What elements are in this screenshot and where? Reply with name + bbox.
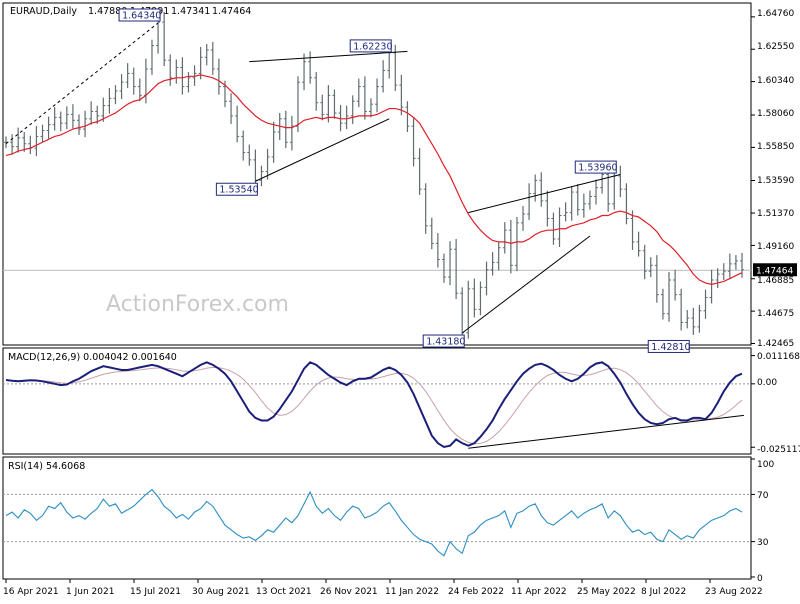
- price-y-tick: 1.53590: [757, 176, 794, 186]
- chart-window: ActionForex.com EURAUD,Daily 1.47880 1.4…: [0, 0, 800, 600]
- trendline: [5, 22, 159, 145]
- price-annotation-label: 1.64340: [122, 10, 161, 21]
- price-annotation-label: 1.43180: [426, 337, 465, 348]
- price-y-tick: 1.49160: [757, 242, 794, 252]
- trendline: [249, 50, 408, 63]
- x-tick: 1 Jun 2021: [66, 587, 114, 597]
- last-price-label: 1.47464: [756, 266, 793, 276]
- x-tick: 25 May 2022: [577, 587, 636, 597]
- macd-panel-frame: [2, 347, 752, 455]
- price-y-tick: 1.51370: [757, 209, 794, 219]
- macd-signal-line: [5, 366, 743, 445]
- price-y-tick: 1.44675: [757, 309, 794, 319]
- x-tick: 11 Apr 2022: [511, 587, 567, 597]
- x-tick: 23 Aug 2022: [705, 587, 763, 597]
- x-axis: 16 Apr 2021 1 Jun 2021 15 Jul 2021 30 Au…: [3, 587, 763, 597]
- price-y-tick: 1.64760: [757, 9, 794, 19]
- x-tick: 8 Jul 2022: [641, 587, 686, 597]
- rsi-panel-frame: [2, 456, 752, 580]
- rsi-y-tick: 70: [757, 491, 769, 501]
- price-y-tick: 1.58060: [757, 109, 794, 119]
- ohlc-low: 1.47341: [171, 6, 210, 17]
- macd-y-tick: 0.011168: [757, 352, 800, 362]
- x-tick: 26 Nov 2021: [320, 587, 378, 597]
- macd-line: [5, 361, 743, 449]
- rsi-y-tick: 30: [757, 538, 769, 548]
- rsi-panel-title: RSI(14) 54.6068: [8, 461, 85, 472]
- price-panel-title: EURAUD,Daily: [10, 6, 77, 17]
- rsi-plot: [3, 458, 755, 578]
- x-tick: 16 Apr 2021: [3, 587, 59, 597]
- trendline: [255, 118, 390, 182]
- price-annotation-label: 1.53960: [578, 163, 617, 174]
- price-y-tick: 1.46885: [757, 276, 794, 286]
- price-y-tick: 1.62550: [757, 42, 794, 52]
- moving-average-line: [5, 74, 743, 286]
- trendline: [468, 174, 621, 214]
- x-tick: 15 Jul 2021: [130, 587, 181, 597]
- macd-plot: [3, 355, 755, 449]
- macd-y-tick: -0.025117: [757, 445, 800, 455]
- price-annotation-label: 1.53540: [219, 185, 258, 196]
- x-tick: 30 Aug 2021: [192, 587, 250, 597]
- rsi-y-tick: 0: [757, 574, 763, 584]
- x-tick: 11 Jan 2022: [385, 587, 439, 597]
- x-tick: 13 Oct 2021: [256, 587, 312, 597]
- ohlc-close: 1.47464: [212, 6, 251, 17]
- price-y-tick: 1.42465: [757, 339, 794, 349]
- price-y-tick: 1.60340: [757, 76, 794, 86]
- price-annotation-label: 1.42810: [651, 342, 690, 353]
- watermark: ActionForex.com: [106, 292, 289, 317]
- rsi-y-tick: 100: [757, 460, 774, 470]
- macd-y-tick: 0.00: [757, 378, 777, 388]
- macd-y-axis: 0.011168 0.00 -0.025117: [757, 352, 800, 455]
- price-annotation-label: 1.62230: [353, 41, 392, 52]
- trendline: [461, 235, 591, 334]
- rsi-y-axis: 100 70 30 0: [757, 460, 774, 584]
- price-y-axis: 1.64760 1.62550 1.60340 1.58060 1.55850 …: [757, 9, 794, 349]
- chart-svg: ActionForex.com EURAUD,Daily 1.47880 1.4…: [2, 2, 800, 597]
- x-tick: 24 Feb 2022: [448, 587, 504, 597]
- macd-trendline: [468, 414, 744, 449]
- price-y-tick: 1.55850: [757, 142, 794, 152]
- macd-panel-title: MACD(12,26,9) 0.004042 0.001640: [8, 352, 177, 363]
- rsi-line: [5, 488, 743, 557]
